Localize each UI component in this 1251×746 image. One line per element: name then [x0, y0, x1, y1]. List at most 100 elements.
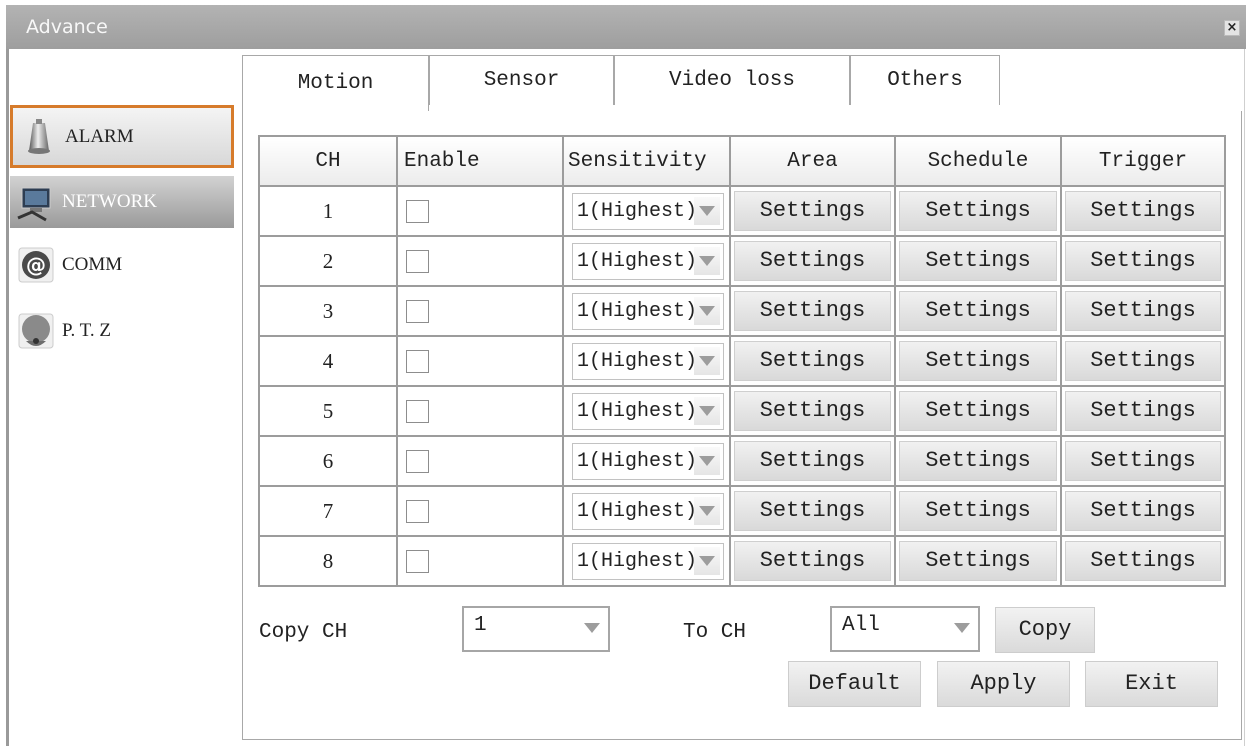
- area-settings-button[interactable]: Settings: [734, 391, 891, 431]
- sidebar-item-ptz[interactable]: P. T. Z: [10, 302, 234, 360]
- trigger-settings-button[interactable]: Settings: [1065, 241, 1221, 281]
- trigger-cell: Settings: [1060, 535, 1226, 587]
- area-settings-button[interactable]: Settings: [734, 491, 891, 531]
- sensitivity-cell: 1(Highest): [562, 335, 731, 387]
- area-settings-button[interactable]: Settings: [734, 291, 891, 331]
- enable-checkbox[interactable]: [406, 399, 429, 423]
- channel-number: 8: [258, 535, 398, 587]
- sensitivity-select[interactable]: 1(Highest): [572, 192, 724, 230]
- table-row: 2 1(Highest) Settings Settings Settings: [258, 235, 1226, 287]
- sensitivity-cell: 1(Highest): [562, 285, 731, 337]
- enable-checkbox[interactable]: [406, 299, 429, 323]
- enable-checkbox[interactable]: [406, 249, 429, 273]
- trigger-settings-button[interactable]: Settings: [1065, 291, 1221, 331]
- copy-from-select[interactable]: 1: [462, 606, 610, 652]
- sensitivity-select[interactable]: 1(Highest): [572, 292, 724, 330]
- enable-checkbox[interactable]: [406, 549, 429, 573]
- copy-button[interactable]: Copy: [995, 607, 1095, 653]
- table-row: 3 1(Highest) Settings Settings Settings: [258, 285, 1226, 337]
- sensitivity-value: 1(Highest): [577, 249, 698, 273]
- sensitivity-cell: 1(Highest): [562, 485, 731, 537]
- tab-sensor[interactable]: Sensor: [429, 55, 614, 105]
- channel-number: 7: [258, 485, 398, 537]
- trigger-cell: Settings: [1060, 285, 1226, 337]
- sensitivity-select[interactable]: 1(Highest): [572, 492, 724, 530]
- default-button[interactable]: Default: [788, 661, 921, 707]
- enable-checkbox[interactable]: [406, 199, 429, 223]
- chevron-down-icon: [694, 496, 720, 525]
- copy-to-select[interactable]: All: [830, 606, 980, 652]
- sensitivity-select[interactable]: 1(Highest): [572, 342, 724, 380]
- sensitivity-cell: 1(Highest): [562, 235, 731, 287]
- area-cell: Settings: [729, 235, 896, 287]
- schedule-settings-button[interactable]: Settings: [899, 541, 1057, 581]
- table-row: 6 1(Highest) Settings Settings Settings: [258, 435, 1226, 487]
- trigger-settings-button[interactable]: Settings: [1065, 191, 1221, 231]
- sidebar-item-comm[interactable]: @ COMM: [10, 236, 234, 294]
- sensitivity-value: 1(Highest): [577, 449, 698, 473]
- table-row: 7 1(Highest) Settings Settings Settings: [258, 485, 1226, 537]
- enable-checkbox[interactable]: [406, 449, 429, 473]
- schedule-cell: Settings: [894, 285, 1062, 337]
- schedule-settings-button[interactable]: Settings: [899, 241, 1057, 281]
- svg-text:@: @: [26, 253, 46, 277]
- area-cell: Settings: [729, 185, 896, 237]
- tab-video-loss[interactable]: Video loss: [614, 55, 850, 105]
- area-settings-button[interactable]: Settings: [734, 341, 891, 381]
- column-header-trigger: Trigger: [1060, 135, 1226, 187]
- schedule-settings-button[interactable]: Settings: [899, 441, 1057, 481]
- channel-number: 1: [258, 185, 398, 237]
- enable-cell: [396, 185, 564, 237]
- enable-checkbox[interactable]: [406, 349, 429, 373]
- sensitivity-value: 1(Highest): [577, 499, 698, 523]
- enable-cell: [396, 285, 564, 337]
- chevron-down-icon: [694, 396, 720, 425]
- chevron-down-icon: [694, 446, 720, 475]
- trigger-settings-button[interactable]: Settings: [1065, 391, 1221, 431]
- apply-button[interactable]: Apply: [937, 661, 1070, 707]
- sensitivity-value: 1(Highest): [577, 349, 698, 373]
- channel-number: 6: [258, 435, 398, 487]
- schedule-settings-button[interactable]: Settings: [899, 341, 1057, 381]
- tab-others[interactable]: Others: [850, 55, 1000, 105]
- trigger-cell: Settings: [1060, 385, 1226, 437]
- enable-cell: [396, 535, 564, 587]
- chevron-down-icon: [694, 296, 720, 325]
- schedule-settings-button[interactable]: Settings: [899, 391, 1057, 431]
- trigger-cell: Settings: [1060, 335, 1226, 387]
- copy-from-value: 1: [474, 614, 487, 637]
- area-settings-button[interactable]: Settings: [734, 441, 891, 481]
- copy-to-value: All: [842, 614, 880, 637]
- ptz-dome-camera-icon: [16, 311, 56, 351]
- sensitivity-select[interactable]: 1(Highest): [572, 442, 724, 480]
- area-cell: Settings: [729, 535, 896, 587]
- trigger-settings-button[interactable]: Settings: [1065, 441, 1221, 481]
- trigger-settings-button[interactable]: Settings: [1065, 341, 1221, 381]
- sidebar-item-alarm[interactable]: ALARM: [10, 105, 234, 168]
- exit-button[interactable]: Exit: [1085, 661, 1218, 707]
- area-settings-button[interactable]: Settings: [734, 191, 891, 231]
- sidebar-item-network[interactable]: NETWORK: [10, 176, 234, 228]
- enable-cell: [396, 235, 564, 287]
- area-settings-button[interactable]: Settings: [734, 541, 891, 581]
- sensitivity-select[interactable]: 1(Highest): [572, 242, 724, 280]
- area-cell: Settings: [729, 335, 896, 387]
- title-bar[interactable]: Advance: [6, 5, 1246, 49]
- schedule-settings-button[interactable]: Settings: [899, 191, 1057, 231]
- chevron-down-icon: [948, 610, 976, 648]
- trigger-settings-button[interactable]: Settings: [1065, 491, 1221, 531]
- tab-motion[interactable]: Motion: [242, 55, 429, 111]
- tab-bar: Motion Sensor Video loss Others: [242, 55, 1000, 111]
- sensitivity-select[interactable]: 1(Highest): [572, 542, 724, 580]
- area-settings-button[interactable]: Settings: [734, 241, 891, 281]
- enable-checkbox[interactable]: [406, 499, 429, 523]
- channel-number: 5: [258, 385, 398, 437]
- sidebar-item-label: P. T. Z: [62, 320, 111, 341]
- close-button[interactable]: ×: [1224, 20, 1240, 36]
- sensitivity-select[interactable]: 1(Highest): [572, 392, 724, 430]
- schedule-settings-button[interactable]: Settings: [899, 291, 1057, 331]
- trigger-settings-button[interactable]: Settings: [1065, 541, 1221, 581]
- schedule-settings-button[interactable]: Settings: [899, 491, 1057, 531]
- channel-number: 4: [258, 335, 398, 387]
- trigger-cell: Settings: [1060, 185, 1226, 237]
